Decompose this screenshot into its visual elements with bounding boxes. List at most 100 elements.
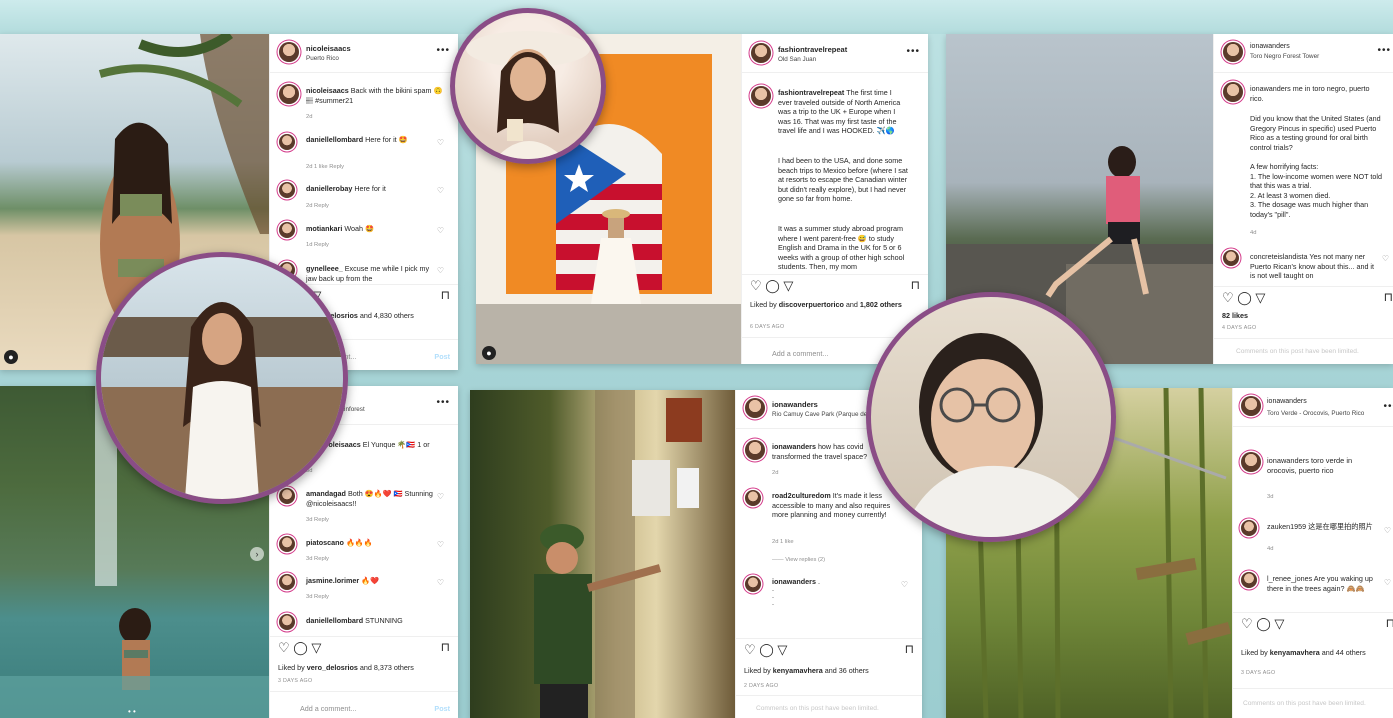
avatar[interactable] [1241, 520, 1257, 536]
post-actions[interactable]: ♡ ◯ ▽ [744, 642, 787, 658]
comment-username[interactable]: daniellerobay [306, 184, 352, 193]
avatar[interactable] [279, 574, 295, 590]
avatar[interactable] [1223, 82, 1243, 102]
comment-username[interactable]: piatoscano [306, 538, 344, 547]
caption-username[interactable]: ionawanders [1267, 456, 1309, 465]
post-username[interactable]: nicoleisaacs [306, 44, 351, 53]
avatar[interactable] [279, 488, 295, 504]
like-comment-icon[interactable]: ♡ [437, 186, 444, 195]
avatar[interactable] [1223, 250, 1239, 266]
more-options-icon[interactable]: ••• [1383, 401, 1393, 412]
comment-username[interactable]: daniellellombard [306, 135, 363, 144]
comment-username[interactable]: motiankari [306, 224, 342, 233]
comment-meta[interactable]: 3d Reply [306, 594, 329, 600]
user-tag-icon[interactable]: ● [4, 350, 18, 364]
like-comment-icon[interactable]: ♡ [1382, 254, 1389, 263]
avatar[interactable] [745, 398, 765, 418]
comment-username[interactable]: ionawanders [772, 577, 816, 586]
liked-by[interactable]: Liked by discoverpuertorico and 1,802 ot… [750, 300, 920, 310]
caption-username[interactable]: ionawanders [1250, 84, 1291, 93]
comment-username[interactable]: l_renee_jones [1267, 574, 1312, 583]
avatar[interactable] [279, 614, 295, 630]
like-comment-icon[interactable]: ♡ [437, 266, 444, 275]
post-photo[interactable] [470, 390, 736, 718]
comment-username[interactable]: concreteislandista [1250, 252, 1308, 261]
avatar[interactable] [745, 490, 761, 506]
liked-by-user[interactable]: kenyamavhera [1270, 648, 1320, 657]
liked-by-rest[interactable]: and 44 others [1322, 648, 1366, 657]
liked-by-rest[interactable]: and 8,373 others [360, 663, 414, 672]
avatar[interactable] [751, 86, 771, 106]
liked-by-user[interactable]: vero_delosrios [307, 663, 358, 672]
avatar[interactable] [279, 222, 295, 238]
like-comment-icon[interactable]: ♡ [901, 580, 908, 589]
likes-count[interactable]: 82 likes [1222, 311, 1248, 320]
avatar[interactable] [279, 182, 295, 198]
post-username[interactable]: ionawanders [1250, 43, 1290, 50]
comment-meta[interactable]: 4d [1267, 546, 1273, 552]
liked-by-user[interactable]: discoverpuertorico [779, 300, 844, 309]
like-comment-icon[interactable]: ♡ [437, 492, 444, 501]
like-comment-icon[interactable]: ♡ [1384, 578, 1391, 587]
comment-meta[interactable]: 1d Reply [306, 242, 329, 248]
avatar[interactable] [745, 440, 765, 460]
comment-input[interactable]: Add a comment... [772, 349, 828, 358]
more-options-icon[interactable]: ••• [436, 397, 450, 408]
bookmark-icon[interactable]: ⊓ [905, 642, 914, 656]
comment-meta[interactable]: 2d 1 like [772, 539, 794, 545]
liked-by-user[interactable]: kenyamavhera [773, 666, 823, 675]
post-actions[interactable]: ♡ ◯ ▽ [750, 278, 793, 294]
comment-meta[interactable]: 2d 1 like Reply [306, 164, 344, 170]
like-comment-icon[interactable]: ♡ [437, 138, 444, 147]
like-comment-icon[interactable]: ♡ [437, 540, 444, 549]
post-username[interactable]: fashiontravelrepeat [778, 45, 847, 54]
post-location[interactable]: Old San Juan [778, 56, 816, 63]
comment-input[interactable]: Add a comment... [300, 704, 356, 713]
comment-username[interactable]: jasmine.lorimer [306, 576, 359, 585]
comment-username[interactable]: road2culturedom [772, 491, 831, 500]
liked-by[interactable]: Liked by kenyamavhera and 36 others [744, 666, 869, 675]
avatar[interactable] [279, 134, 295, 150]
avatar[interactable] [1241, 452, 1261, 472]
more-options-icon[interactable]: ••• [906, 46, 920, 57]
post-location[interactable]: Toro Negro Forest Tower [1250, 53, 1319, 60]
avatar[interactable] [1241, 572, 1257, 588]
view-replies-label[interactable]: View replies (2) [785, 557, 825, 563]
bookmark-icon[interactable]: ⊓ [1384, 290, 1393, 304]
post-username[interactable]: ionawanders [772, 400, 818, 409]
bookmark-icon[interactable]: ⊓ [1386, 616, 1393, 630]
bookmark-icon[interactable]: ⊓ [911, 278, 920, 292]
comment-username[interactable]: gynelleee_ [306, 264, 343, 273]
avatar[interactable] [1223, 42, 1243, 62]
likes-count[interactable]: 1,802 others [860, 300, 902, 309]
avatar[interactable] [751, 43, 771, 63]
comment-meta[interactable]: 2d Reply [306, 203, 329, 209]
comment-meta[interactable]: 3d Reply [306, 517, 329, 523]
next-image-arrow-icon[interactable]: › [250, 547, 264, 561]
post-actions[interactable]: ♡ ◯ ▽ [1241, 616, 1284, 632]
caption-username[interactable]: fashiontravelrepeat [778, 88, 844, 97]
post-location[interactable]: Puerto Rico [306, 55, 339, 62]
comment-username[interactable]: amandagad [306, 489, 346, 498]
like-comment-icon[interactable]: ♡ [1384, 526, 1391, 535]
like-comment-icon[interactable]: ♡ [437, 226, 444, 235]
caption-username[interactable]: ionawanders [772, 442, 816, 451]
liked-by[interactable]: Liked by vero_delosrios and 8,373 others [278, 663, 414, 672]
avatar[interactable] [279, 536, 295, 552]
liked-by[interactable]: Liked by kenyamavhera and 44 others [1241, 648, 1366, 657]
post-location[interactable]: Toro Verde - Orocovis, Puerto Rico [1267, 410, 1364, 417]
liked-by-rest[interactable]: and 36 others [825, 666, 869, 675]
avatar[interactable] [279, 84, 299, 104]
post-comment-button[interactable]: Post [434, 704, 450, 713]
post-username[interactable]: ionawanders [1267, 398, 1307, 405]
comment-username[interactable]: daniellellombard [306, 616, 363, 625]
comment-username[interactable]: zauken1959 [1267, 522, 1306, 531]
bookmark-icon[interactable]: ⊓ [441, 288, 450, 302]
post-actions[interactable]: ♡ ◯ ▽ [278, 640, 321, 656]
caption-username[interactable]: nicoleisaacs [306, 86, 349, 95]
post-comment-button[interactable]: Post [434, 352, 450, 361]
liked-by-rest[interactable]: and 4,830 others [360, 311, 414, 320]
more-options-icon[interactable]: ••• [1377, 45, 1391, 56]
avatar[interactable] [1241, 396, 1261, 416]
bookmark-icon[interactable]: ⊓ [441, 640, 450, 654]
